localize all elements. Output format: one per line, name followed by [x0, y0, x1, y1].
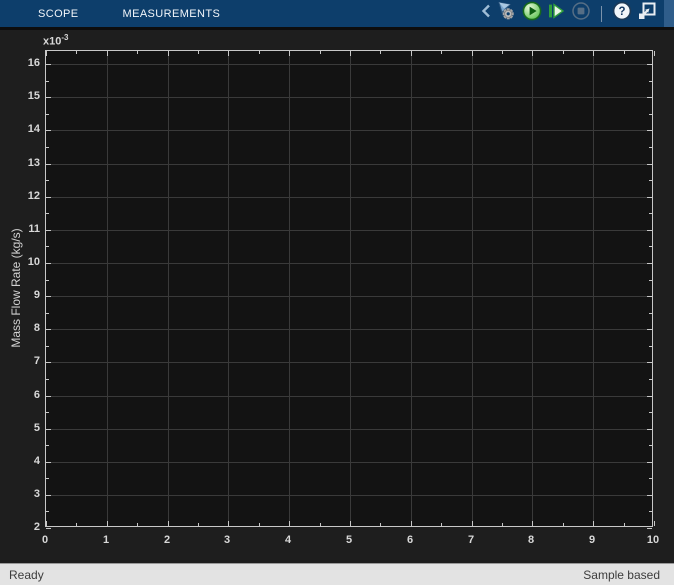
- help-button[interactable]: ?: [609, 0, 634, 27]
- x-tick-label: 7: [456, 533, 486, 547]
- collapse-toolstrip-button[interactable]: [479, 0, 493, 27]
- x-tick-label: 6: [395, 533, 425, 547]
- status-message: Ready: [9, 568, 44, 582]
- toolbar-edge-strip: [664, 0, 674, 27]
- y-tick-label: 6: [0, 388, 40, 402]
- stop-button[interactable]: [567, 0, 594, 27]
- sample-mode-label: Sample based: [583, 568, 660, 582]
- stop-icon-disabled: [571, 1, 591, 26]
- run-button[interactable]: [519, 0, 544, 27]
- y-tick-label: 7: [0, 354, 40, 368]
- axes[interactable]: [45, 50, 653, 527]
- y-tick-label: 10: [0, 255, 40, 269]
- y-tick-label: 15: [0, 89, 40, 103]
- y-tick-label: 14: [0, 122, 40, 136]
- x-tick-label: 2: [152, 533, 182, 547]
- step-forward-icon: [546, 1, 566, 26]
- step-forward-button[interactable]: [544, 0, 567, 27]
- y-axis-exponent-label: x10-3: [43, 33, 68, 48]
- x-tick-label: 0: [30, 533, 60, 547]
- x-tick-label: 3: [212, 533, 242, 547]
- scope-settings-gear-icon: [495, 0, 517, 27]
- x-tick-label: 5: [334, 533, 364, 547]
- x-tick-label: 1: [91, 533, 121, 547]
- statusbar: Ready Sample based: [0, 563, 674, 585]
- scope-window: SCOPE MEASUREMENTS: [0, 0, 674, 585]
- help-question-icon: ?: [612, 1, 632, 26]
- x-tick-label: 8: [516, 533, 546, 547]
- configuration-properties-button[interactable]: [493, 0, 519, 27]
- toolbar-divider: [601, 6, 602, 22]
- toolbar-quick-access: ?: [479, 0, 674, 27]
- tab-measurements[interactable]: MEASUREMENTS: [123, 8, 221, 20]
- y-tick-label: 4: [0, 454, 40, 468]
- plot-region: x10-3 Mass Flow Rate (kg/s) 012345678910…: [0, 30, 674, 563]
- pop-out-window-icon: [637, 1, 657, 26]
- y-tick-label: 11: [0, 222, 40, 236]
- chevron-left-icon: [481, 3, 491, 24]
- toolstrip: SCOPE MEASUREMENTS: [0, 0, 674, 30]
- x-tick-label: 4: [273, 533, 303, 547]
- y-tick-label: 9: [0, 288, 40, 302]
- y-tick-label: 2: [0, 520, 40, 534]
- popout-button[interactable]: [634, 0, 660, 27]
- toolstrip-tabs: SCOPE MEASUREMENTS: [0, 0, 220, 27]
- run-play-icon: [522, 1, 542, 26]
- y-tick-label: 16: [0, 56, 40, 70]
- y-tick-label: 12: [0, 189, 40, 203]
- y-tick-label: 5: [0, 421, 40, 435]
- y-tick-label: 13: [0, 156, 40, 170]
- x-tick-label: 10: [638, 533, 668, 547]
- x-tick-label: 9: [577, 533, 607, 547]
- y-tick-label: 8: [0, 321, 40, 335]
- y-tick-label: 3: [0, 487, 40, 501]
- svg-text:?: ?: [618, 6, 625, 18]
- tab-scope[interactable]: SCOPE: [38, 8, 79, 20]
